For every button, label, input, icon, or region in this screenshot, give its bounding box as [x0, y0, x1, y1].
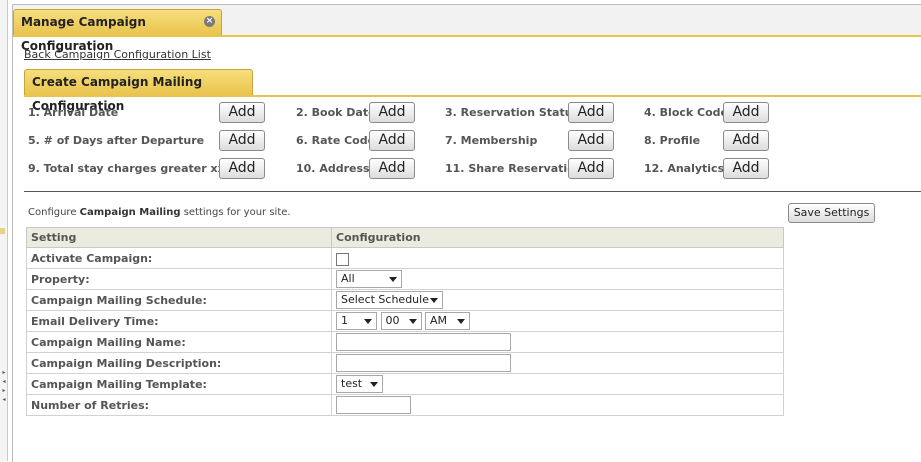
close-icon[interactable]: ×	[204, 16, 215, 27]
tab-manage-campaign-configuration[interactable]: Manage Campaign Configuration ×	[13, 9, 222, 53]
criteria-label: 3. Reservation Status	[445, 106, 580, 119]
table-row: Campaign Mailing Template: test	[26, 373, 784, 395]
criteria-label: 2. Book Date	[296, 106, 376, 119]
settings-table: Setting Configuration Activate Campaign:…	[26, 227, 784, 416]
setting-label: Activate Campaign:	[26, 247, 332, 269]
config-cell	[331, 352, 784, 374]
config-cell: Select Schedule	[331, 289, 784, 311]
criteria-label: 10. Address	[296, 162, 370, 175]
config-cell	[331, 331, 784, 353]
header-setting: Setting	[26, 227, 332, 248]
setting-label: Campaign Mailing Name:	[26, 331, 332, 353]
add-block-code-button[interactable]: Add	[723, 102, 769, 123]
sub-tab-underline	[24, 95, 921, 97]
criteria-label: 6. Rate Code	[296, 134, 376, 147]
config-cell	[331, 247, 784, 269]
criteria-label: 9. Total stay charges greater xx.xx	[28, 162, 244, 175]
tab-create-campaign-mailing-configuration[interactable]: Create Campaign Mailing Configuration	[24, 69, 253, 113]
add-total-stay-charges-button[interactable]: Add	[219, 158, 265, 179]
add-reservation-status-button[interactable]: Add	[568, 102, 614, 123]
setting-label: Campaign Mailing Description:	[26, 352, 332, 374]
setting-label: Campaign Mailing Schedule:	[26, 289, 332, 311]
chevron-down-icon	[364, 319, 372, 324]
save-settings-button[interactable]: Save Settings	[788, 203, 875, 223]
config-cell: 1 00 AM	[331, 310, 784, 332]
section-divider	[24, 191, 921, 192]
criteria-label: 12. Analytics	[644, 162, 725, 175]
mailing-description-input[interactable]	[336, 354, 511, 372]
configure-prefix: Configure	[28, 207, 80, 218]
criteria-label: 7. Membership	[445, 134, 538, 147]
config-cell: All	[331, 268, 784, 290]
gutter-divider	[7, 0, 8, 461]
table-row: Activate Campaign:	[26, 247, 784, 269]
template-select[interactable]: test	[336, 375, 383, 393]
schedule-select[interactable]: Select Schedule	[336, 291, 443, 309]
gutter-marker	[0, 228, 5, 234]
config-cell	[331, 394, 784, 416]
add-membership-button[interactable]: Add	[568, 130, 614, 151]
add-days-after-departure-button[interactable]: Add	[219, 130, 265, 151]
add-address-button[interactable]: Add	[369, 158, 415, 179]
chevron-down-icon	[370, 382, 378, 387]
chevron-down-icon	[457, 319, 465, 324]
add-book-date-button[interactable]: Add	[369, 102, 415, 123]
criteria-label: 1. Arrival Date	[28, 106, 119, 119]
splitter-handle-icon[interactable]: ▸ ◂ ▸ ◂	[1, 368, 7, 404]
property-select[interactable]: All	[336, 270, 402, 288]
add-rate-code-button[interactable]: Add	[369, 130, 415, 151]
add-analytics-button[interactable]: Add	[723, 158, 769, 179]
chevron-down-icon	[430, 298, 438, 303]
add-profile-button[interactable]: Add	[723, 130, 769, 151]
criteria-label: 8. Profile	[644, 134, 701, 147]
ampm-value: AM	[430, 314, 448, 327]
table-row: Campaign Mailing Schedule: Select Schedu…	[26, 289, 784, 311]
table-header-row: Setting Configuration	[26, 227, 784, 248]
minute-value: 00	[385, 314, 400, 327]
criteria-label: 5. # of Days after Departure	[28, 134, 205, 147]
config-cell: test	[331, 373, 784, 395]
configure-description: Configure Campaign Mailing settings for …	[28, 207, 291, 218]
table-row: Number of Retries:	[26, 394, 784, 416]
table-row: Campaign Mailing Description:	[26, 352, 784, 374]
add-arrival-date-button[interactable]: Add	[219, 102, 265, 123]
mailing-name-input[interactable]	[336, 333, 511, 351]
table-row: Campaign Mailing Name:	[26, 331, 784, 353]
chevron-down-icon	[389, 277, 397, 282]
criteria-label: 4. Block Code	[644, 106, 729, 119]
setting-label: Campaign Mailing Template:	[26, 373, 332, 395]
hour-select[interactable]: 1	[336, 312, 377, 330]
header-configuration: Configuration	[331, 227, 784, 248]
retries-input[interactable]	[336, 396, 411, 414]
property-value: All	[341, 272, 355, 285]
table-row: Email Delivery Time: 1 00 AM	[26, 310, 784, 332]
activate-campaign-checkbox[interactable]	[336, 253, 349, 266]
criteria-label: 11. Share Reservation	[445, 162, 583, 175]
schedule-value: Select Schedule	[341, 293, 429, 306]
ampm-select[interactable]: AM	[425, 312, 470, 330]
configure-bold: Campaign Mailing	[79, 207, 181, 218]
template-value: test	[341, 377, 363, 390]
chevron-down-icon	[408, 319, 417, 324]
setting-label: Property:	[26, 268, 332, 290]
back-campaign-configuration-list-link[interactable]: Back Campaign Configuration List	[24, 48, 211, 61]
setting-label: Email Delivery Time:	[26, 310, 332, 332]
hour-value: 1	[341, 314, 348, 327]
add-share-reservation-button[interactable]: Add	[568, 158, 614, 179]
configure-suffix: settings for your site.	[180, 207, 291, 218]
minute-select[interactable]: 00	[380, 312, 422, 330]
table-row: Property: All	[26, 268, 784, 290]
setting-label: Number of Retries:	[26, 394, 332, 416]
